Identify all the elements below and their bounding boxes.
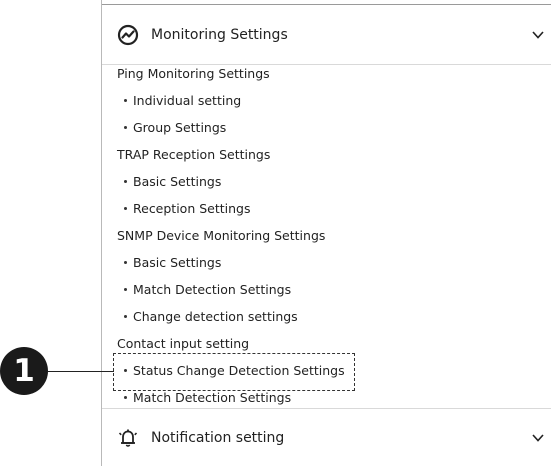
menu-item-label: Match Detection Settings [133,390,292,405]
menu-item-label: Match Detection Settings [133,282,292,297]
monitoring-settings-label: Monitoring Settings [151,26,288,43]
monitoring-settings-header[interactable]: Monitoring Settings [102,5,551,65]
menu-item-trap-reception-settings[interactable]: TRAP Reception Settings [102,145,551,172]
menu-item-label: Ping Monitoring Settings [117,66,270,81]
callout-number-badge: 1 [0,347,48,395]
bullet-icon [124,288,127,291]
menu-item-label: TRAP Reception Settings [117,147,271,162]
menu-item-status-change-detection-settings[interactable]: Status Change Detection Settings [102,361,551,388]
notification-setting-header[interactable]: Notification setting [102,408,551,466]
callout-leader-line [48,371,114,372]
menu-item-trap-reception-settings-sub[interactable]: Reception Settings [102,199,551,226]
menu-item-trap-basic-settings[interactable]: Basic Settings [102,172,551,199]
bullet-icon [124,99,127,102]
menu-item-label: Individual setting [133,93,242,108]
menu-item-snmp-device-monitoring-settings[interactable]: SNMP Device Monitoring Settings [102,226,551,253]
menu-item-ping-monitoring-settings[interactable]: Ping Monitoring Settings [102,64,551,91]
bullet-icon [124,207,127,210]
menu-item-ping-group-settings[interactable]: Group Settings [102,118,551,145]
chevron-down-icon[interactable] [531,29,545,41]
menu-item-label: Basic Settings [133,174,222,189]
bell-icon [117,427,139,449]
menu-item-ping-individual-setting[interactable]: Individual setting [102,91,551,118]
bullet-icon [124,369,127,372]
menu-item-contact-input-setting[interactable]: Contact input setting [102,334,551,361]
settings-side-panel: Monitoring Settings Ping Monitoring Sett… [101,0,551,466]
monitoring-chart-icon [117,24,139,46]
menu-item-label: Contact input setting [117,336,250,351]
menu-item-snmp-change-detection-settings[interactable]: Change detection settings [102,307,551,334]
menu-item-label: Reception Settings [133,201,251,216]
menu-item-label: SNMP Device Monitoring Settings [117,228,326,243]
bullet-icon [124,180,127,183]
menu-item-label: Group Settings [133,120,227,135]
menu-item-snmp-basic-settings[interactable]: Basic Settings [102,253,551,280]
menu-item-label: Change detection settings [133,309,298,324]
bullet-icon [124,261,127,264]
menu-item-snmp-match-detection-settings[interactable]: Match Detection Settings [102,280,551,307]
notification-setting-label: Notification setting [151,429,285,446]
bullet-icon [124,396,127,399]
chevron-down-icon[interactable] [531,432,545,444]
menu-item-label: Status Change Detection Settings [133,363,345,378]
menu-item-label: Basic Settings [133,255,222,270]
monitoring-settings-menu: Ping Monitoring Settings Individual sett… [102,64,551,415]
bullet-icon [124,126,127,129]
bullet-icon [124,315,127,318]
